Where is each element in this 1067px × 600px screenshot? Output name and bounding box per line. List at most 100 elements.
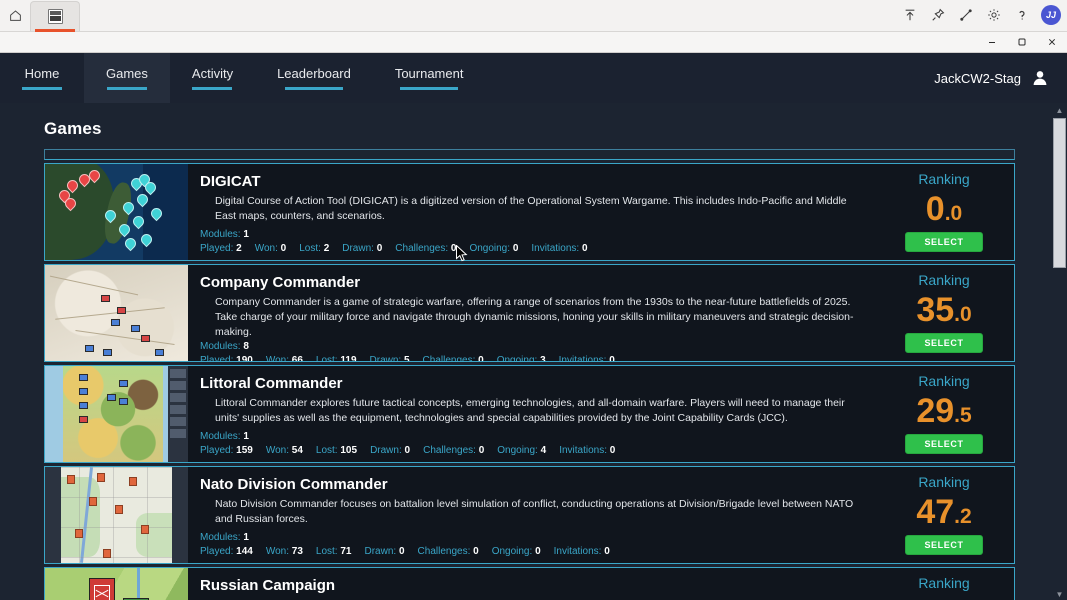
stat-value-lost: 105 (340, 445, 358, 456)
stat-label-won: Won: (265, 445, 289, 456)
stat-value-invitations: 0 (609, 445, 616, 456)
home-icon[interactable] (0, 0, 30, 31)
select-button[interactable]: SELECT (905, 232, 983, 252)
select-button[interactable]: SELECT (905, 535, 983, 555)
tab-home-label: Home (24, 66, 60, 81)
stat-value-challenges: 0 (473, 546, 479, 557)
stat-label-ongoing: Ongoing: (497, 445, 538, 456)
page-title: Games (44, 119, 102, 138)
stat-value-modules: 1 (243, 532, 249, 543)
stat-value-drawn: 0 (376, 243, 383, 254)
game-info: Company Commander Company Commander is a… (188, 265, 874, 361)
games-list: DIGICAT Digital Course of Action Tool (D… (44, 149, 1015, 600)
stat-label-won: Won: (265, 546, 289, 557)
stat-value-challenges: 0 (450, 243, 457, 254)
stat-value-played: 144 (236, 546, 253, 557)
ranking-label: Ranking (918, 373, 970, 389)
gear-icon[interactable] (981, 2, 1007, 28)
game-title: Nato Division Commander (200, 476, 388, 493)
browser-tab-bar: JJ (0, 0, 1067, 32)
game-info: Nato Division Commander Nato Division Co… (188, 467, 874, 563)
stat-label-played: Played: (200, 546, 234, 557)
game-ranking: Ranking 28 .6 (874, 568, 1014, 600)
scrollbar-track[interactable] (1053, 118, 1066, 587)
stat-label-modules: Modules: (200, 431, 241, 442)
close-button[interactable] (1037, 32, 1067, 53)
ranking-integer: 47 (916, 493, 955, 531)
ranking-integer: 29 (916, 392, 955, 430)
app-tab[interactable] (30, 1, 80, 32)
user-menu[interactable]: JackCW2-Stag (934, 69, 1049, 87)
shell-avatar[interactable]: JJ (1041, 5, 1061, 25)
game-title: Littoral Commander (200, 375, 343, 392)
expand-icon[interactable] (953, 2, 979, 28)
tab-underline (284, 87, 343, 90)
game-card[interactable]: Littoral Commander Littoral Commander ex… (44, 365, 1015, 463)
game-description: Digital Course of Action Tool (DIGICAT) … (215, 195, 847, 222)
ranking-label: Ranking (918, 474, 970, 490)
stat-value-won: 66 (291, 355, 303, 362)
tab-games[interactable]: Games (84, 53, 170, 103)
stat-value-lost: 119 (340, 355, 357, 362)
tab-home[interactable]: Home (0, 53, 84, 103)
ranking-integer: 35 (916, 291, 955, 329)
stat-value-modules: 1 (243, 431, 249, 442)
stat-value-drawn: 0 (404, 445, 411, 456)
stat-label-challenges: Challenges: (395, 243, 449, 254)
window-title-bar (0, 32, 1067, 53)
game-card[interactable]: DIGICAT Digital Course of Action Tool (D… (44, 163, 1015, 261)
ranking-decimal: .2 (954, 505, 972, 528)
stat-label-drawn: Drawn: (370, 445, 402, 456)
games-content: Games DIGICAT Digital Course of Action T… (0, 103, 1067, 600)
game-info: Russian Campaign On the 18th of December… (188, 568, 874, 600)
app-tab-icon (47, 9, 63, 24)
help-icon[interactable] (1009, 2, 1035, 28)
stat-label-drawn: Drawn: (364, 546, 397, 557)
list-top-strip (44, 149, 1015, 160)
ranking-label: Ranking (918, 272, 970, 288)
ranking-integer: 0 (925, 190, 945, 228)
stat-label-invitations: Invitations: (559, 445, 607, 456)
ranking-value: 0 .0 (926, 192, 962, 226)
stat-label-ongoing: Ongoing: (469, 243, 511, 254)
stat-label-modules: Modules: (200, 229, 241, 240)
game-stats: Modules: 1 Played: 2 Won: 0 Lost: 2 Draw… (200, 228, 864, 256)
ranking-value: 29 .5 (916, 394, 971, 428)
stat-value-invitations: 0 (604, 546, 610, 557)
game-info: Littoral Commander Littoral Commander ex… (188, 366, 874, 462)
shell-action-group: JJ (897, 0, 1067, 31)
tab-tournament[interactable]: Tournament (373, 53, 486, 103)
tab-underline (22, 87, 62, 90)
stat-value-ongoing: 3 (540, 355, 546, 362)
scroll-up-arrow[interactable]: ▲ (1052, 103, 1067, 118)
minimize-button[interactable] (977, 32, 1007, 53)
game-thumbnail (45, 164, 188, 260)
scrollbar-thumb[interactable] (1053, 118, 1066, 268)
game-card[interactable]: Company Commander Company Commander is a… (44, 264, 1015, 362)
tab-leaderboard[interactable]: Leaderboard (255, 53, 373, 103)
stat-value-ongoing: 4 (540, 445, 547, 456)
game-card[interactable]: Nato Division Commander Nato Division Co… (44, 466, 1015, 564)
select-button[interactable]: SELECT (905, 333, 983, 353)
tab-underline (106, 87, 147, 90)
tab-activity[interactable]: Activity (170, 53, 255, 103)
game-description: Nato Division Commander focuses on batta… (215, 498, 854, 525)
user-avatar-icon (1031, 69, 1049, 87)
vertical-scrollbar[interactable]: ▲ ▼ (1052, 103, 1067, 600)
scroll-down-arrow[interactable]: ▼ (1052, 587, 1067, 600)
select-button[interactable]: SELECT (905, 434, 983, 454)
stat-label-challenges: Challenges: (417, 546, 471, 557)
stat-value-invitations: 0 (581, 243, 588, 254)
game-ranking: Ranking 29 .5 SELECT (874, 366, 1014, 462)
stat-label-invitations: Invitations: (558, 355, 607, 362)
stat-label-lost: Lost: (299, 243, 321, 254)
stat-value-won: 0 (280, 243, 287, 254)
stat-label-drawn: Drawn: (342, 243, 374, 254)
pin-icon[interactable] (925, 2, 951, 28)
tab-tournament-label: Tournament (394, 66, 464, 81)
upload-icon[interactable] (897, 2, 923, 28)
game-card[interactable]: Russian Campaign On the 18th of December… (44, 567, 1015, 600)
stat-label-modules: Modules: (200, 341, 241, 352)
restore-button[interactable] (1007, 32, 1037, 53)
game-thumbnail (45, 366, 188, 462)
